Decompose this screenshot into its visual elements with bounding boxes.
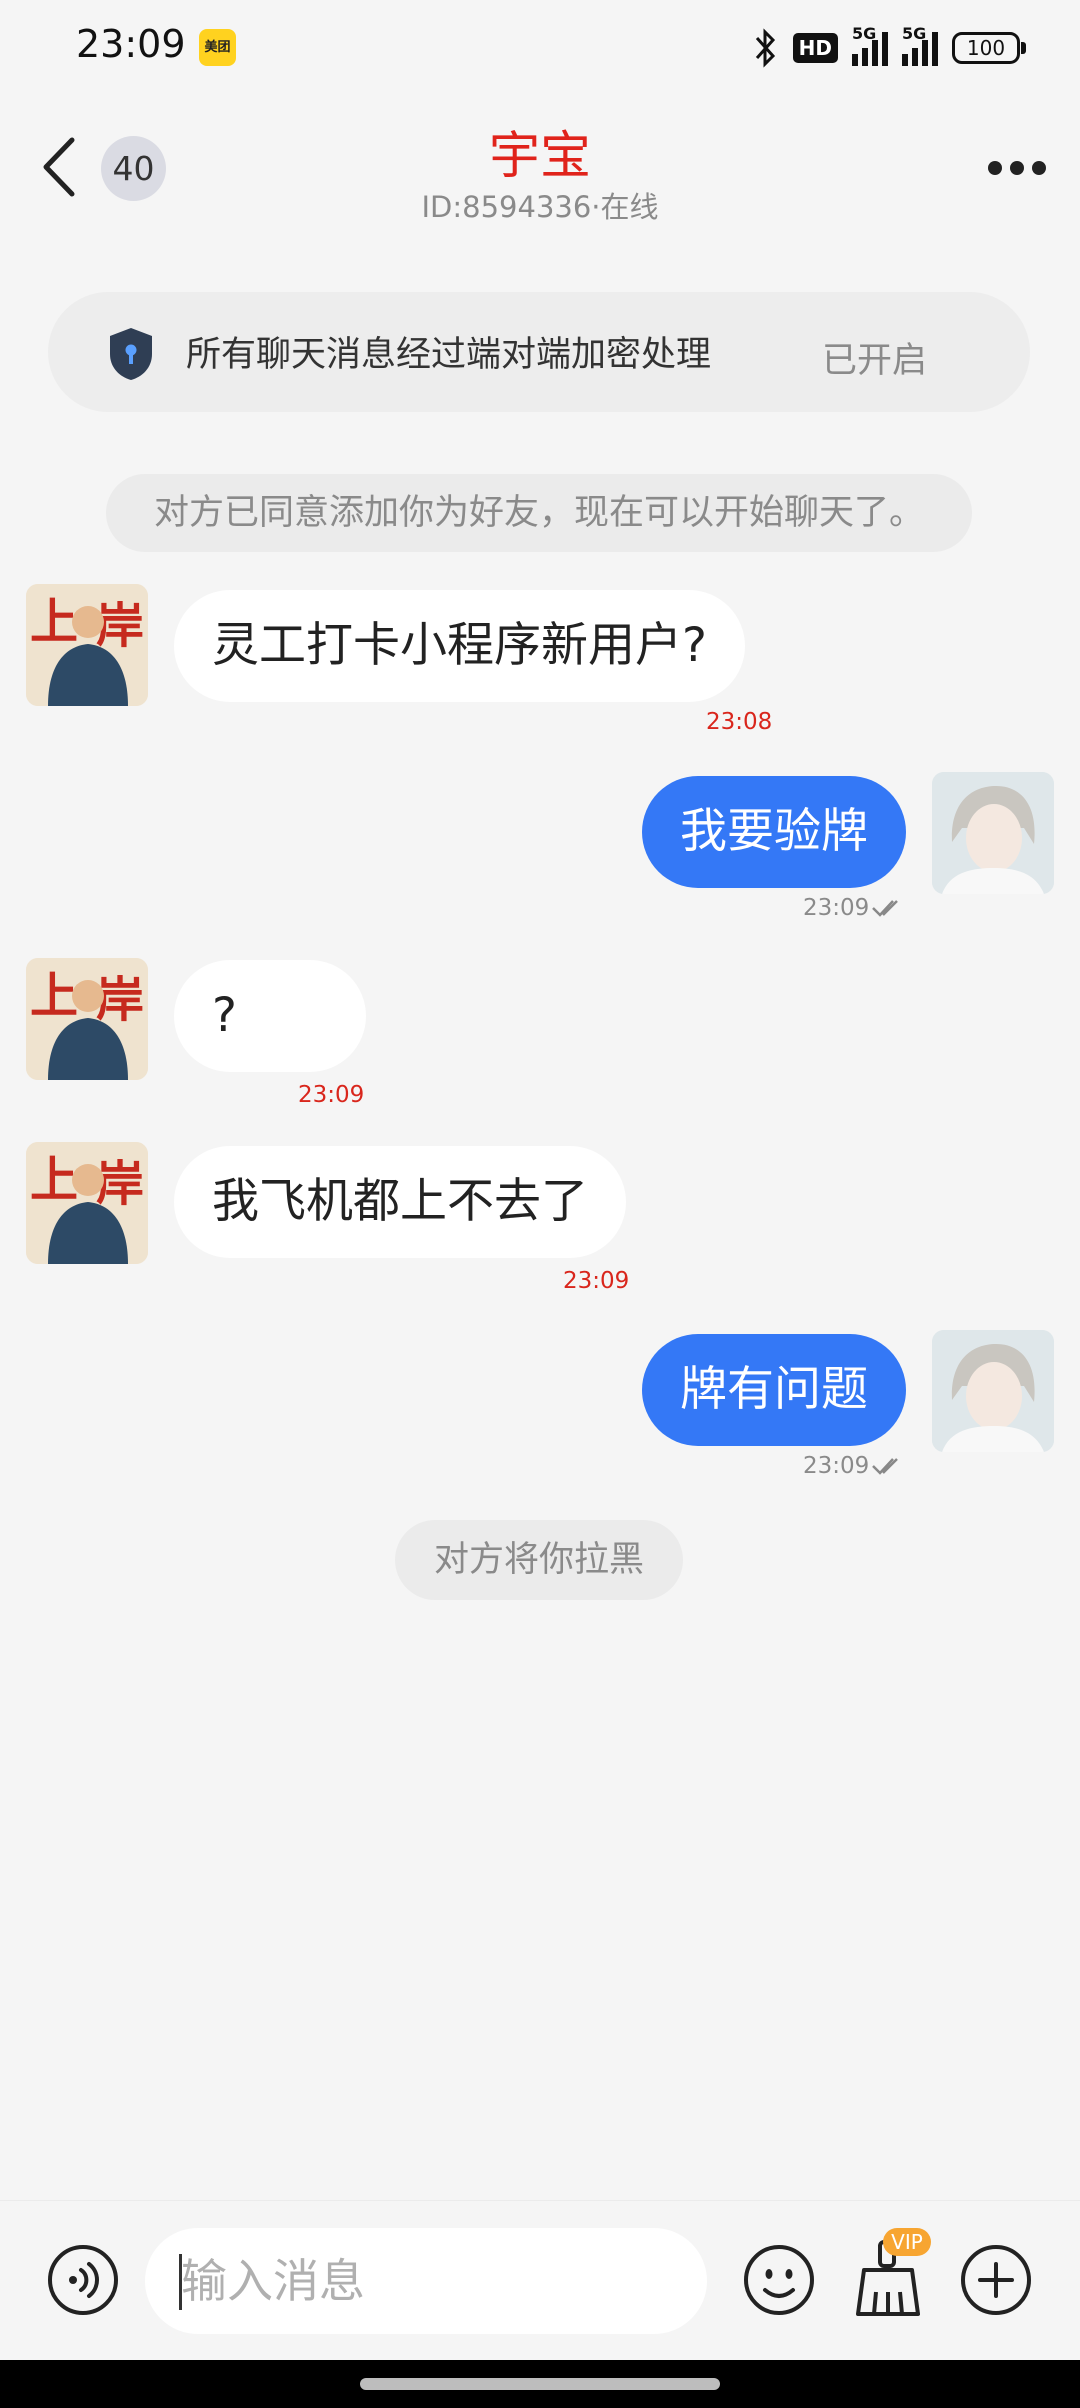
message-bubble-outgoing[interactable]: 我要验牌 [642,776,906,888]
message-input[interactable] [145,2228,707,2334]
emoji-icon[interactable] [743,2244,815,2316]
system-message-blocked: 对方将你拉黑 [395,1520,683,1600]
svg-text:上: 上 [30,594,78,650]
message-bubble-incoming[interactable]: ? [174,960,366,1072]
svg-text:上: 上 [30,1152,78,1208]
battery-icon: 100 [952,32,1026,64]
double-check-icon [872,900,899,917]
shield-lock-icon [110,328,152,380]
chat-title: 宇宝 [488,127,591,186]
avatar-self[interactable] [932,772,1054,894]
message-bubble-incoming[interactable]: 灵工打卡小程序新用户? [174,590,745,702]
message-time: 23:08 [706,709,773,735]
message-time-text: 23:09 [803,895,870,921]
message-time: 23:09 [563,1268,630,1294]
message-time: 23:09 [803,895,905,921]
svg-text:上: 上 [30,968,78,1024]
hd-icon: HD [792,33,838,63]
signal-5g-icon-2: 5G [902,24,938,66]
message-time: 23:09 [298,1082,365,1108]
avatar-contact[interactable]: 上 岸 [26,584,148,706]
avatar-contact[interactable]: 上 岸 [26,1142,148,1264]
double-check-icon [872,1458,899,1475]
signal-5g-icon: 5G [852,24,888,66]
bluetooth-icon [755,28,775,68]
vip-badge: VIP [883,2228,931,2256]
avatar-self[interactable] [932,1330,1054,1452]
message-bubble-incoming[interactable]: 我飞机都上不去了 [174,1146,626,1258]
avatar-contact[interactable]: 上 岸 [26,958,148,1080]
chat-subtitle: ID:8594336·在线 [421,190,659,224]
encryption-text: 所有聊天消息经过端对端加密处理 [186,335,712,375]
system-message-friend-added: 对方已同意添加你为好友，现在可以开始聊天了。 [106,474,972,552]
voice-icon[interactable] [47,2244,119,2316]
text-cursor [179,2254,182,2310]
home-indicator[interactable] [360,2378,720,2390]
encryption-status[interactable]: 已开启 [822,332,927,383]
message-time-text: 23:09 [803,1453,870,1479]
status-time: 23:09 [76,22,186,66]
message-bubble-outgoing[interactable]: 牌有问题 [642,1334,906,1446]
status-icons: HD 5G 5G 100 [751,24,1026,72]
plus-icon[interactable] [960,2244,1032,2316]
message-time: 23:09 [803,1453,905,1479]
meituan-app-icon: 美团 [199,29,236,66]
more-dots-icon[interactable] [988,150,1052,186]
